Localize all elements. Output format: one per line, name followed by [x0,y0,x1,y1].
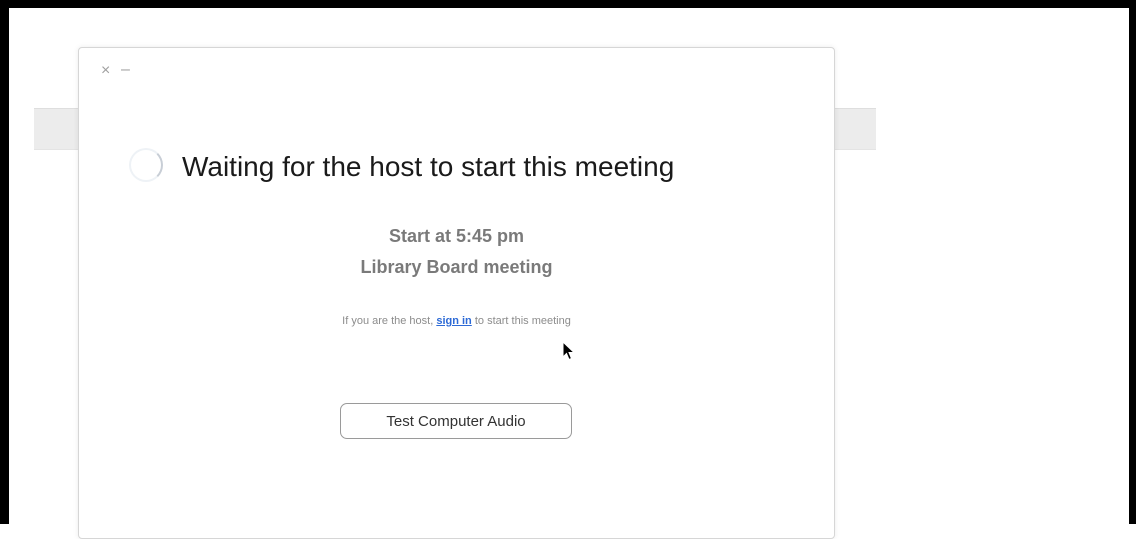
mouse-pointer-icon [562,341,576,361]
loading-spinner-icon [129,148,163,182]
waiting-room-window: × – Waiting for the host to start this m… [78,47,835,539]
test-computer-audio-button[interactable]: Test Computer Audio [340,403,572,439]
screen-frame: × – Waiting for the host to start this m… [0,0,1136,539]
sign-in-link[interactable]: sign in [436,315,471,327]
waiting-title: Waiting for the host to start this meeti… [182,151,675,182]
host-prompt-suffix: to start this meeting [471,315,571,327]
host-prompt-prefix: If you are the host, [342,315,437,327]
minimize-icon[interactable]: – [121,62,130,78]
meeting-name: Library Board meeting [360,257,553,277]
meeting-start-time: Start at 5:45 pm [388,226,525,246]
host-sign-in-prompt: If you are the host, sign in to start th… [79,315,834,327]
close-icon[interactable]: × [101,63,110,79]
